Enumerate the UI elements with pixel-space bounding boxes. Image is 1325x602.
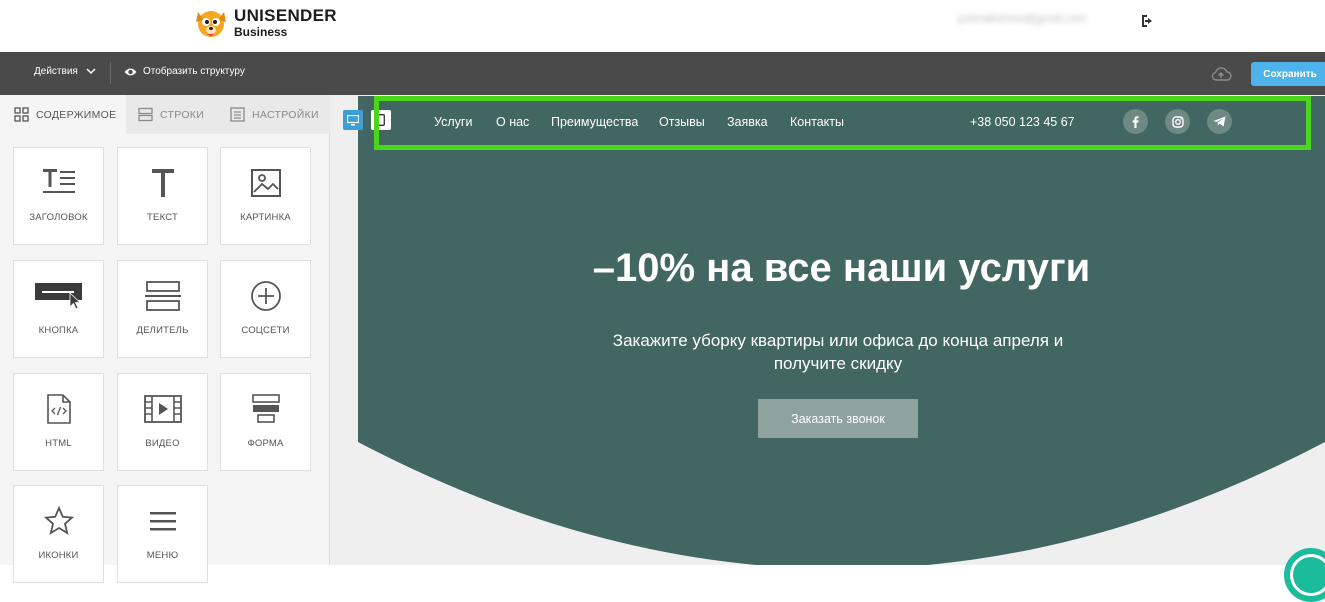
tab-content-label: СОДЕРЖИМОЕ xyxy=(36,108,117,121)
grid-icon xyxy=(14,107,29,122)
block-image[interactable]: КАРТИНКА xyxy=(220,147,311,245)
nav-contacts[interactable]: Контакты xyxy=(790,115,844,129)
toolbar-divider xyxy=(110,62,111,84)
order-call-button[interactable]: Заказать звонок xyxy=(758,399,918,438)
tab-rows[interactable]: СТРОКИ xyxy=(138,95,218,134)
block-menu-label: МЕНЮ xyxy=(146,550,179,561)
social-facebook[interactable] xyxy=(1123,109,1148,134)
tab-settings-label: НАСТРОЙКИ xyxy=(252,108,319,121)
content-panel: СОДЕРЖИМОЕ СТРОКИ НАСТРОЙКИ ЗАГОЛОВОК ТЕ… xyxy=(0,95,330,583)
block-icons-label: ИКОНКИ xyxy=(38,550,79,561)
social-telegram[interactable] xyxy=(1207,109,1232,134)
block-social-label: СОЦСЕТИ xyxy=(241,325,290,336)
tab-rows-label: СТРОКИ xyxy=(160,108,205,121)
block-heading[interactable]: ЗАГОЛОВОК xyxy=(13,147,104,245)
block-form-label: ФОРМА xyxy=(247,438,284,449)
block-video-label: ВИДЕО xyxy=(145,438,180,449)
block-heading-label: ЗАГОЛОВОК xyxy=(29,212,88,223)
menu-icon xyxy=(149,512,176,531)
divider-icon xyxy=(144,281,181,311)
phone-number: +38 050 123 45 67 xyxy=(970,115,1075,129)
nav-request[interactable]: Заявка xyxy=(727,115,768,129)
unisender-logo[interactable]: UNISENDER Business xyxy=(192,4,337,40)
block-social[interactable]: СОЦСЕТИ xyxy=(220,260,311,358)
chevron-down-icon xyxy=(86,68,96,75)
heading-icon xyxy=(42,169,75,193)
show-structure-button[interactable]: Отобразить структуру xyxy=(124,66,245,77)
video-icon xyxy=(143,395,182,423)
button-icon xyxy=(34,283,82,310)
block-image-label: КАРТИНКА xyxy=(240,212,291,223)
hero-title: –10% на все наши услуги xyxy=(592,246,1091,290)
plus-circle-icon xyxy=(250,281,281,311)
chat-icon xyxy=(1290,554,1325,596)
top-header: UNISENDER Business justmaksimov@gmail.co… xyxy=(0,0,1325,52)
logo-subtitle: Business xyxy=(234,24,288,39)
cloud-upload-icon[interactable] xyxy=(1210,66,1232,82)
settings-panel-icon xyxy=(230,107,245,122)
logout-icon[interactable] xyxy=(1139,13,1155,29)
block-button-label: КНОПКА xyxy=(38,325,79,336)
block-text[interactable]: ТЕКСТ xyxy=(117,147,208,245)
block-button[interactable]: КНОПКА xyxy=(13,260,104,358)
block-form[interactable]: ФОРМА xyxy=(220,373,311,471)
structure-label: Отобразить структуру xyxy=(143,66,245,77)
block-menu[interactable]: МЕНЮ xyxy=(117,485,208,583)
text-icon xyxy=(151,169,174,197)
instagram-icon xyxy=(1171,115,1184,128)
image-icon xyxy=(250,169,281,197)
block-icons[interactable]: ИКОНКИ xyxy=(13,485,104,583)
nav-about[interactable]: О нас xyxy=(496,115,529,129)
save-button[interactable]: Сохранить xyxy=(1251,62,1325,86)
star-icon xyxy=(43,506,74,535)
tab-settings[interactable]: НАСТРОЙКИ xyxy=(230,95,330,134)
dog-mascot-icon xyxy=(196,11,226,37)
rows-icon xyxy=(138,107,153,122)
monitor-icon xyxy=(347,114,359,125)
facebook-icon xyxy=(1132,115,1139,128)
nav-services[interactable]: Услуги xyxy=(434,115,472,129)
block-text-label: ТЕКСТ xyxy=(147,212,178,223)
form-icon xyxy=(251,394,280,423)
block-html[interactable]: HTML xyxy=(13,373,104,471)
panel-tabs: СОДЕРЖИМОЕ СТРОКИ НАСТРОЙКИ xyxy=(0,95,330,134)
desktop-view-button[interactable] xyxy=(343,110,363,130)
html-file-icon xyxy=(46,394,71,424)
hero-subtitle: Закажите уборку квартиры или офиса до ко… xyxy=(612,331,1064,373)
block-divider-label: ДЕЛИТЕЛЬ xyxy=(136,325,189,336)
block-divider[interactable]: ДЕЛИТЕЛЬ xyxy=(117,260,208,358)
block-video[interactable]: ВИДЕО xyxy=(117,373,208,471)
logo-title: UNISENDER xyxy=(234,5,337,25)
actions-dropdown[interactable]: Действия xyxy=(34,66,96,77)
telegram-icon xyxy=(1213,116,1226,127)
block-html-label: HTML xyxy=(45,438,72,449)
social-instagram[interactable] xyxy=(1165,109,1190,134)
editor-toolbar: Действия Отобразить структуру xyxy=(0,52,1325,95)
actions-label: Действия xyxy=(34,66,78,77)
eye-icon xyxy=(124,68,137,75)
nav-reviews[interactable]: Отзывы xyxy=(659,115,705,129)
nav-advantages[interactable]: Преимущества xyxy=(551,115,638,129)
tab-content[interactable]: СОДЕРЖИМОЕ xyxy=(0,95,126,134)
user-email: justmaksimov@gmail.com xyxy=(958,13,1086,25)
